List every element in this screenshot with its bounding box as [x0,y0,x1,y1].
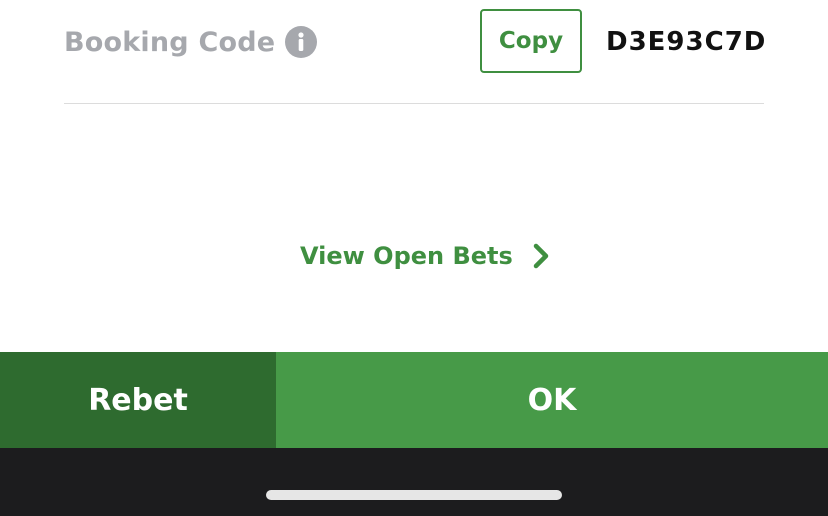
divider [64,103,764,104]
home-indicator-area [0,448,828,516]
ok-button[interactable]: OK [276,352,828,448]
chevron-right-icon [531,242,551,270]
info-icon[interactable] [285,26,318,58]
view-open-bets-link[interactable]: View Open Bets [300,238,551,274]
view-open-bets-label: View Open Bets [300,242,513,270]
booking-code-label: Booking Code [64,26,276,58]
copy-button[interactable]: Copy [480,9,582,73]
home-indicator[interactable] [266,490,562,500]
booking-code-label-group: Booking Code [64,24,318,60]
action-button-bar: Rebet OK [0,352,828,448]
booking-code-value: D3E93C7D [606,27,767,57]
rebet-button[interactable]: Rebet [0,352,276,448]
